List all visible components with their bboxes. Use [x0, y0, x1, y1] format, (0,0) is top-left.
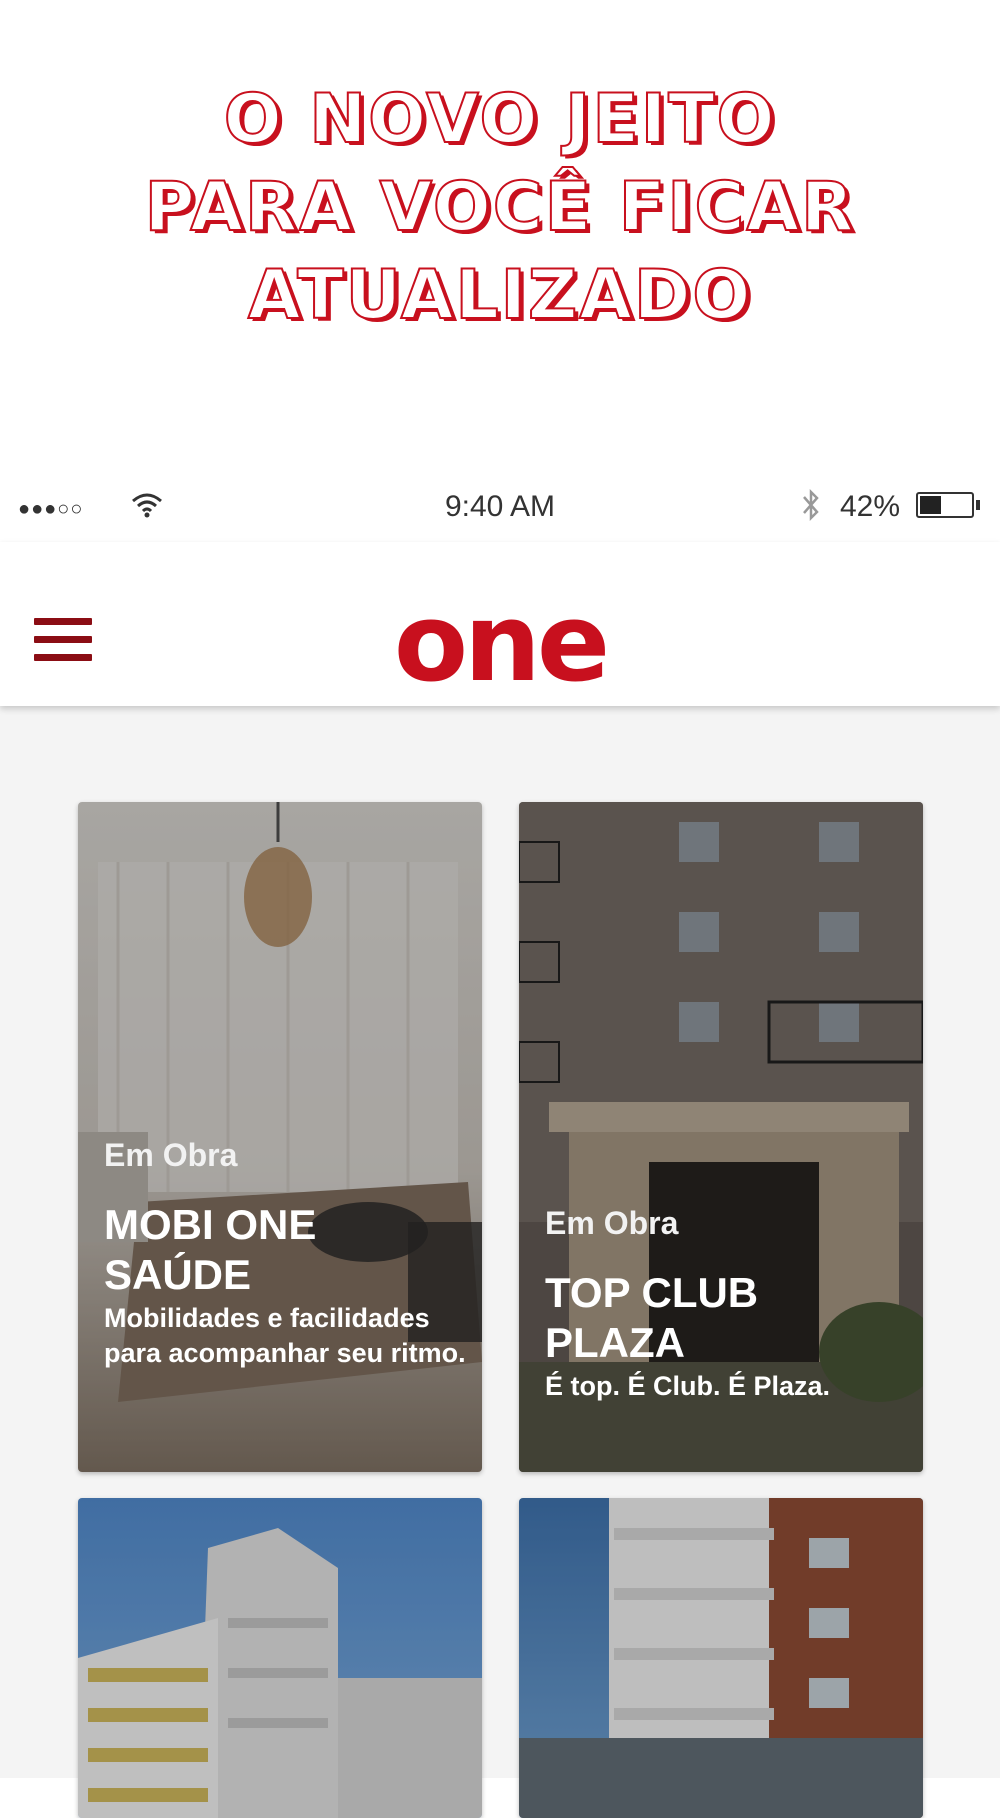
- card-slogan: Mobilidades e facilidades para acompanha…: [104, 1302, 466, 1368]
- development-list[interactable]: Em Obra MOBI ONE SAÚDE Mobilidades e fac…: [0, 706, 1000, 1818]
- promo-headline: O NOVO JEITO PARA VOCÊ FICAR ATUALIZADO: [0, 0, 1000, 470]
- development-card[interactable]: [519, 1498, 923, 1818]
- status-bar: ●●●○○ 9:40 AM 42%: [0, 470, 1000, 542]
- card-overlay: [519, 1498, 923, 1818]
- battery-level: [920, 496, 941, 514]
- bluetooth-icon: [800, 488, 822, 530]
- card-title: TOP CLUB PLAZA: [545, 1268, 909, 1369]
- promo-line-3: ATUALIZADO: [247, 256, 753, 335]
- card-title-line-1: MOBI ONE: [104, 1201, 317, 1248]
- app-header: one: [0, 542, 1000, 706]
- card-title-line-1: TOP CLUB: [545, 1269, 759, 1316]
- card-title: MOBI ONE SAÚDE: [104, 1200, 468, 1301]
- card-status: Em Obra: [545, 1205, 679, 1241]
- card-text: Em Obra TOP CLUB PLAZA É top. É Club. É …: [545, 1205, 909, 1404]
- development-card[interactable]: Em Obra MOBI ONE SAÚDE Mobilidades e fac…: [78, 802, 482, 1472]
- card-status: Em Obra: [104, 1137, 238, 1173]
- promo-line-2: PARA VOCÊ FICAR: [144, 168, 856, 247]
- hamburger-menu-icon[interactable]: [34, 618, 92, 662]
- card-slogan: É top. É Club. É Plaza.: [545, 1370, 831, 1401]
- card-overlay: [78, 1498, 482, 1818]
- battery-percent: 42%: [840, 490, 901, 523]
- promo-line-1: O NOVO JEITO: [223, 80, 777, 159]
- one-logo[interactable]: one: [375, 592, 625, 692]
- card-title-line-2: PLAZA: [545, 1319, 685, 1367]
- card-text: Em Obra MOBI ONE SAÚDE Mobilidades e fac…: [104, 1137, 468, 1371]
- battery-icon: [916, 492, 974, 518]
- development-card[interactable]: [78, 1498, 482, 1818]
- card-title-line-2: SAÚDE: [104, 1251, 252, 1299]
- svg-text:one: one: [394, 592, 606, 692]
- development-card[interactable]: Em Obra TOP CLUB PLAZA É top. É Club. É …: [519, 802, 923, 1472]
- battery-nub: [976, 500, 980, 510]
